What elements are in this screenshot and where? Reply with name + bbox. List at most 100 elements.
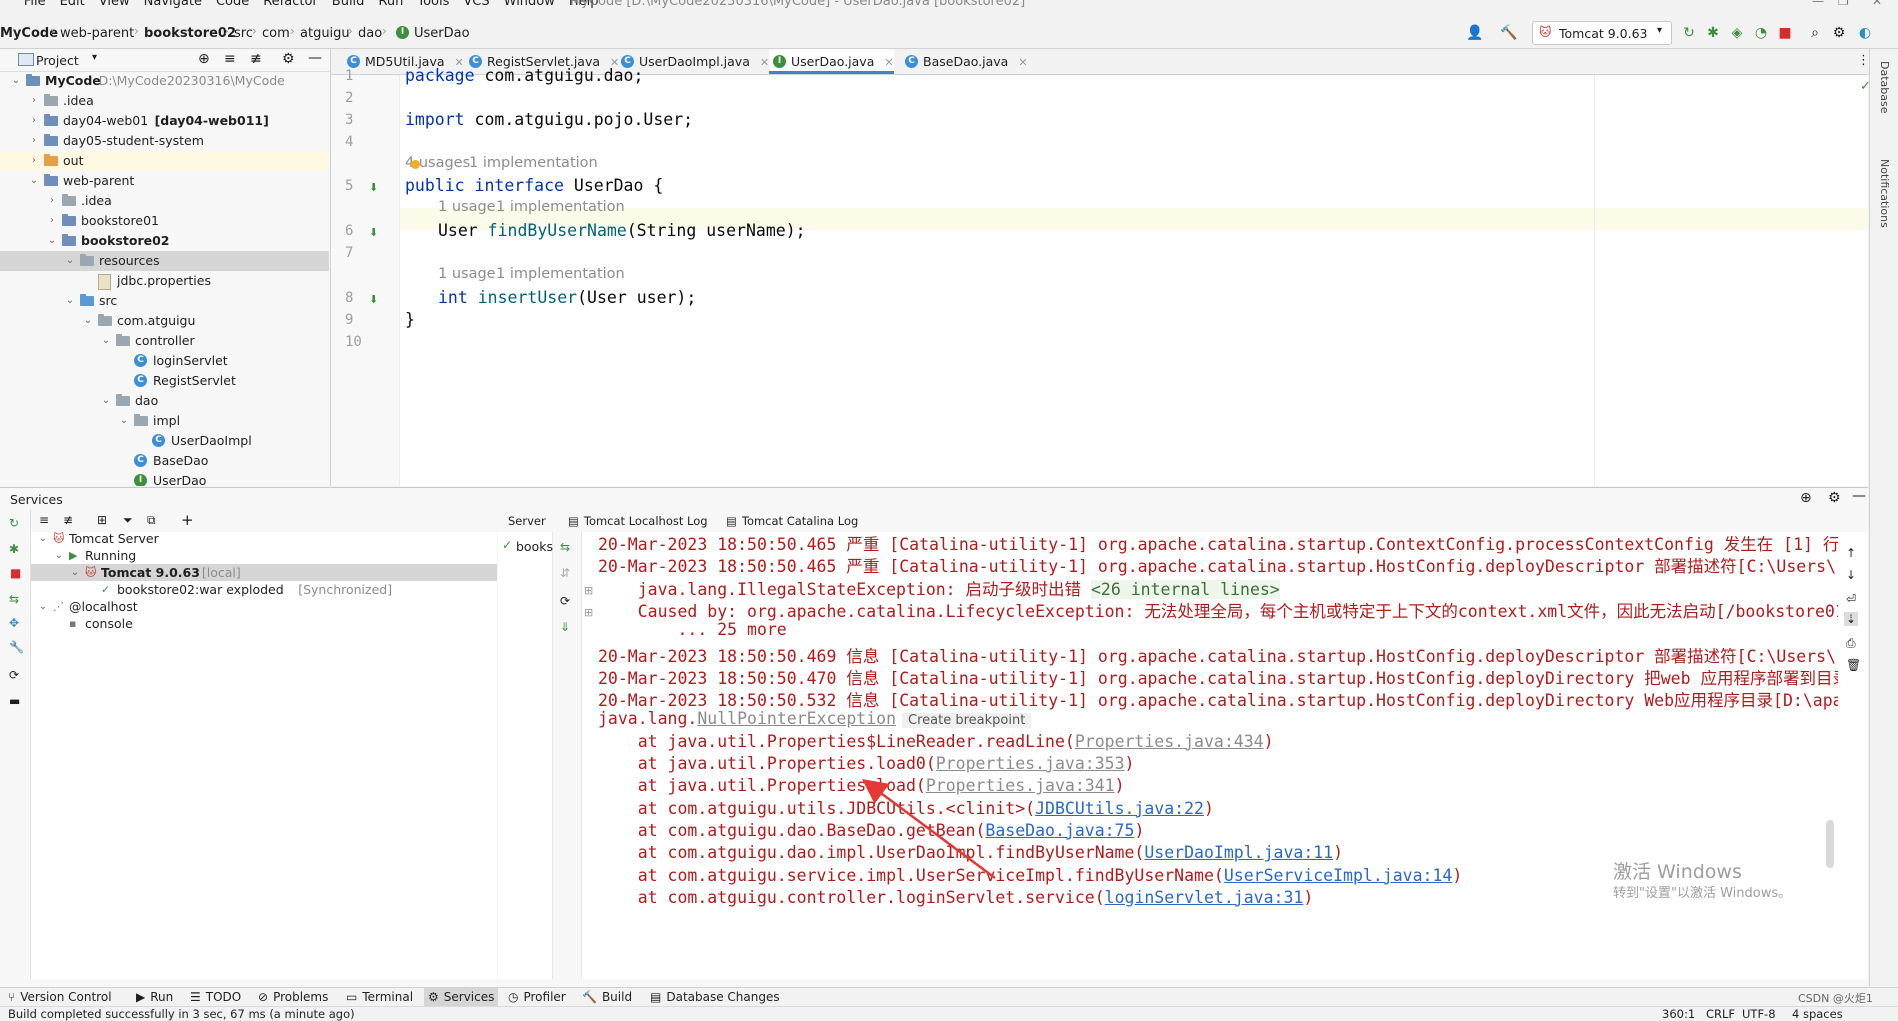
rerun-icon[interactable]: ↻ bbox=[1680, 24, 1698, 42]
tab-basedao-java[interactable]: C BaseDao.java ✕ bbox=[901, 49, 1028, 74]
line-number[interactable]: 4 bbox=[345, 134, 369, 150]
implementation-gutter-icon[interactable]: ⬇ bbox=[369, 293, 385, 309]
restore-icon[interactable]: ❐ bbox=[1838, 0, 1849, 8]
menu-navigate[interactable]: Navigate bbox=[144, 0, 202, 9]
notifications-tool-button[interactable]: Notifications bbox=[1878, 159, 1891, 228]
tree-node-out[interactable]: › out bbox=[0, 151, 329, 171]
breadcrumb-dao[interactable]: dao bbox=[358, 26, 382, 41]
tree-node-bookstore01[interactable]: › bookstore01 bbox=[0, 211, 329, 231]
menu-file[interactable]: File bbox=[24, 0, 46, 9]
code-editor[interactable]: 1 2 3 4 5 6 7 8 9 10 ⬇ ⬇ ⬇ ✓ package com.atguigu.dao… bbox=[331, 66, 1871, 486]
tree-node-idea[interactable]: › .idea bbox=[0, 91, 329, 111]
chevron-down-icon[interactable]: ⌄ bbox=[10, 71, 22, 91]
chevron-down-icon[interactable]: ⌄ bbox=[37, 530, 49, 547]
tool-window-terminal[interactable]: ▭ Terminal bbox=[346, 990, 413, 1004]
tree-node-web-parent[interactable]: ⌄ web-parent bbox=[0, 171, 329, 191]
tree-node-impl[interactable]: ⌄ impl bbox=[0, 411, 329, 431]
locate-icon[interactable]: ⊕ bbox=[198, 51, 210, 67]
expand-all-icon[interactable]: ≡ bbox=[39, 513, 49, 527]
menu-edit[interactable]: Edit bbox=[60, 0, 85, 9]
tool-window-build[interactable]: 🔨 Build bbox=[582, 990, 632, 1004]
tool-window-version-control[interactable]: ⑂ Version Control bbox=[8, 990, 112, 1004]
print-icon[interactable]: ⎙ bbox=[1846, 636, 1856, 651]
line-number[interactable]: 7 bbox=[345, 245, 369, 261]
line-number[interactable]: 10 bbox=[345, 334, 369, 350]
tool-window-database-changes[interactable]: ▤ Database Changes bbox=[650, 990, 780, 1004]
console-output[interactable]: ✓ books ⇆ ⇵ ⟳ ⇓ ⊞ ⊞ 20-Mar-2023 18:50:50… bbox=[498, 532, 1868, 979]
debug-icon[interactable]: ✱ bbox=[9, 542, 19, 556]
plugin-icon[interactable]: ◐ bbox=[1856, 24, 1874, 42]
tree-node-idea[interactable]: › .idea bbox=[0, 191, 329, 211]
implementation-gutter-icon[interactable]: ⬇ bbox=[369, 181, 385, 197]
tool-window-profiler[interactable]: ◷ Profiler bbox=[508, 990, 566, 1004]
chevron-down-icon[interactable]: ⌄ bbox=[64, 291, 76, 311]
close-icon[interactable]: ✕ bbox=[760, 56, 769, 69]
line-number[interactable]: 3 bbox=[345, 112, 369, 128]
new-tab-icon[interactable]: ⧉ bbox=[147, 513, 156, 528]
chevron-down-icon[interactable]: ⌄ bbox=[64, 251, 76, 271]
chevron-down-icon[interactable]: ⌄ bbox=[69, 564, 81, 581]
console-tab-tomcat-localhost-log[interactable]: ▤ Tomcat Localhost Log bbox=[568, 514, 708, 528]
menu-view[interactable]: View bbox=[99, 0, 130, 9]
project-panel-title[interactable]: Project bbox=[36, 53, 79, 68]
chevron-down-icon[interactable]: ▾ bbox=[92, 52, 97, 63]
menu-vcs[interactable]: VCS bbox=[463, 0, 489, 9]
exception-link[interactable]: NullPointerException bbox=[697, 709, 896, 728]
stack-frame-link[interactable]: Properties.java:341 bbox=[926, 776, 1115, 795]
menu-tools[interactable]: Tools bbox=[417, 0, 449, 9]
service-node-running[interactable]: ⌄ ▶ Running bbox=[31, 547, 497, 564]
chevron-right-icon[interactable]: › bbox=[28, 131, 40, 151]
tree-node-resources[interactable]: ⌄ resources bbox=[0, 251, 329, 271]
tree-node-userdaoimpl[interactable]: C UserDaoImpl bbox=[0, 431, 329, 451]
line-number[interactable]: 2 bbox=[345, 90, 369, 106]
gear-icon[interactable]: ⚙ bbox=[282, 51, 295, 67]
run-configuration-select[interactable]: 🐱 Tomcat 9.0.63 ▾ bbox=[1532, 21, 1672, 45]
target-icon[interactable]: ⊕ bbox=[1800, 490, 1812, 506]
tree-node-com-atguigu[interactable]: ⌄ com.atguigu bbox=[0, 311, 329, 331]
tree-node-bookstore02[interactable]: ⌄ bookstore02 bbox=[0, 231, 329, 251]
chevron-right-icon[interactable]: › bbox=[28, 151, 40, 171]
arrow-up-icon[interactable]: ↑ bbox=[1846, 546, 1856, 560]
chevron-right-icon[interactable]: › bbox=[46, 191, 58, 211]
close-window-icon[interactable]: ✕ bbox=[1872, 0, 1882, 8]
hide-icon[interactable]: — bbox=[1852, 488, 1866, 504]
chevron-down-icon[interactable]: ⌄ bbox=[118, 411, 130, 431]
collapse-all-icon[interactable]: ≢ bbox=[250, 51, 262, 67]
implementation-hint-2[interactable]: 1 implementation bbox=[496, 266, 625, 282]
soft-wrap-icon[interactable]: ⏎ bbox=[1846, 592, 1856, 606]
trash-icon[interactable]: 🗑 bbox=[1846, 658, 1861, 672]
tool-window-problems[interactable]: ⊘ Problems bbox=[258, 990, 328, 1004]
group-icon[interactable]: ⊞ bbox=[97, 513, 107, 527]
chevron-down-icon[interactable]: ⌄ bbox=[100, 331, 112, 351]
stack-frame-link[interactable]: UserServiceImpl.java:14 bbox=[1224, 866, 1452, 885]
file-encoding[interactable]: UTF-8 bbox=[1742, 1007, 1776, 1021]
intention-bulb-icon[interactable] bbox=[411, 160, 420, 169]
minimize-icon[interactable]: — bbox=[1812, 0, 1824, 8]
arrow-down-icon[interactable]: ↓ bbox=[1846, 568, 1856, 582]
line-number[interactable]: 5 bbox=[345, 178, 369, 194]
tree-node-jdbc-properties[interactable]: jdbc.properties bbox=[0, 271, 329, 291]
debug-attach-icon[interactable]: ✥ bbox=[9, 616, 19, 630]
menu-code[interactable]: Code bbox=[216, 0, 249, 9]
tool-window-services[interactable]: ⚙ Services bbox=[424, 988, 499, 1006]
status-message[interactable]: Build completed successfully in 3 sec, 6… bbox=[8, 1007, 355, 1021]
service-node-console[interactable]: ▪ console bbox=[31, 615, 497, 632]
close-icon[interactable]: ✕ bbox=[884, 56, 893, 69]
filter-icon[interactable]: ⏷ bbox=[123, 513, 133, 528]
chevron-down-icon[interactable]: ⌄ bbox=[46, 231, 58, 251]
layout-icon[interactable]: ▬ bbox=[9, 694, 20, 708]
internal-lines-fold[interactable]: <26 internal lines> bbox=[1091, 579, 1280, 599]
chevron-down-icon[interactable]: ⌄ bbox=[82, 311, 94, 331]
stack-frame-link[interactable]: Properties.java:353 bbox=[936, 754, 1125, 773]
settings-icon[interactable]: ⚙ bbox=[1830, 24, 1848, 42]
tree-node-day05-student-system[interactable]: › day05-student-system bbox=[0, 131, 329, 151]
tree-node-src[interactable]: ⌄ src bbox=[0, 291, 329, 311]
service-node-bookstore02-war-exploded[interactable]: ✓ bookstore02:war exploded [Synchronized] bbox=[31, 581, 497, 598]
tree-node-loginservlet[interactable]: CloginServlet bbox=[0, 351, 329, 371]
implementation-hint-1[interactable]: 1 implementation bbox=[496, 199, 625, 215]
add-icon[interactable]: + bbox=[181, 511, 194, 529]
deploy-icon[interactable]: ⇆ bbox=[9, 592, 19, 606]
breadcrumb-com[interactable]: com bbox=[262, 26, 290, 41]
menu-refactor[interactable]: Refactor bbox=[263, 0, 318, 9]
menu-window[interactable]: Window bbox=[504, 0, 555, 9]
